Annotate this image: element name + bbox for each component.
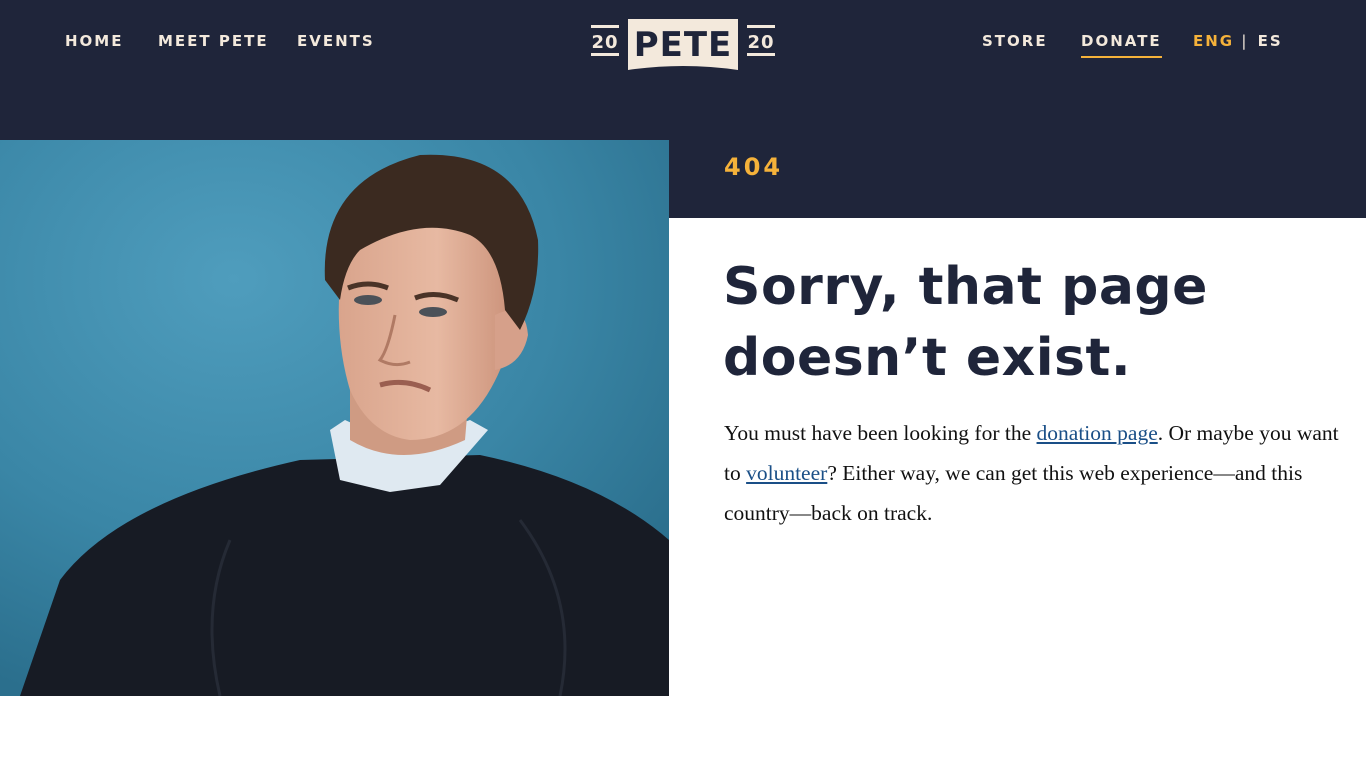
logo-icon: 20 PETE 20 [591,19,775,70]
pete-2020-logo[interactable]: 20 PETE 20 [590,18,776,72]
logo-year-left: 20 [591,32,618,53]
lang-eng-link[interactable]: ENG [1193,32,1234,50]
site-header: HOME MEET PETE EVENTS 20 PETE 20 STORE D… [0,0,1366,140]
error-message: You must have been looking for the donat… [724,413,1344,533]
logo-name: PETE [634,25,733,65]
volunteer-link[interactable]: volunteer [746,461,827,485]
headline-line-2: doesn’t exist. [723,328,1132,388]
nav-store[interactable]: STORE [982,30,1048,52]
headline-line-1: Sorry, that page [723,257,1208,317]
nav-events[interactable]: EVENTS [297,30,375,52]
error-code: 404 [724,153,784,181]
page-title: Sorry, that page doesn’t exist. [723,252,1343,394]
error-code-band: 404 [669,140,1366,218]
donation-page-link[interactable]: donation page [1037,421,1158,445]
language-switcher: ENG | ES [1193,30,1283,52]
lang-separator: | [1241,32,1249,50]
logo-year-right: 20 [747,32,774,53]
candidate-photo [0,140,669,696]
message-part-1: You must have been looking for the [724,421,1037,445]
nav-donate[interactable]: DONATE [1081,30,1162,58]
nav-meet-pete[interactable]: MEET PETE [158,30,269,52]
lang-es-link[interactable]: ES [1258,32,1283,50]
portrait-image [0,140,669,696]
nav-home[interactable]: HOME [65,30,123,52]
